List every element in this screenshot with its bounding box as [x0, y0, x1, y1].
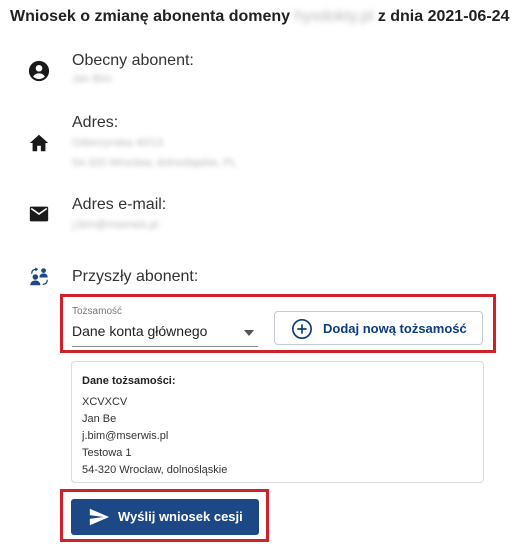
add-identity-button[interactable]: Dodaj nową tożsamość [274, 311, 483, 345]
email-label: Adres e-mail: [72, 196, 167, 213]
address-label: Adres: [72, 114, 119, 131]
plus-circle-icon [292, 319, 312, 339]
identity-line: 54-320 Wrocław, dolnośląskie [82, 464, 228, 476]
account-circle-icon [28, 60, 50, 82]
identity-card-title: Dane tożsamości: [82, 375, 176, 387]
add-identity-label: Dodaj nową tożsamość [323, 321, 467, 336]
title-prefix: Wniosek o zmianę abonenta domeny [10, 8, 291, 25]
identity-line: XCVXCV [82, 396, 128, 408]
current-subscriber-value: Jan Bim [72, 73, 112, 85]
identity-select[interactable]: Dane konta głównego [72, 316, 258, 347]
transfer-users-icon [30, 267, 48, 286]
address-line2: 54-320 Wrocław, dolnośląskie, PL [72, 157, 237, 169]
identity-select-value: Dane konta głównego [72, 323, 208, 339]
mail-icon [29, 206, 49, 222]
send-request-label: Wyślij wniosek cesji [118, 509, 243, 524]
identity-details-card: Dane tożsamości: XCVXCV Jan Be j.bim@mse… [71, 361, 484, 483]
title-suffix: z dnia 2021-06-24 [377, 8, 510, 25]
chevron-down-icon [244, 330, 254, 336]
page-title: Wniosek o zmianę abonenta domeny hyxdokt… [10, 8, 509, 26]
identity-line: Jan Be [82, 413, 117, 425]
email-value: j.bim@mserwis.pl [72, 219, 159, 231]
home-icon [29, 134, 49, 152]
future-subscriber-label: Przyszły abonent: [72, 268, 199, 285]
current-subscriber-label: Obecny abonent: [72, 52, 194, 69]
send-icon [89, 508, 110, 526]
send-request-button[interactable]: Wyślij wniosek cesji [71, 499, 259, 535]
identity-line: j.bim@mserwis.pl [82, 430, 169, 442]
identity-line: Testowa 1 [82, 447, 132, 459]
address-line1: Odwrzynska 40/13 [72, 137, 164, 149]
title-domain: hyxdokty.pl [294, 8, 374, 25]
